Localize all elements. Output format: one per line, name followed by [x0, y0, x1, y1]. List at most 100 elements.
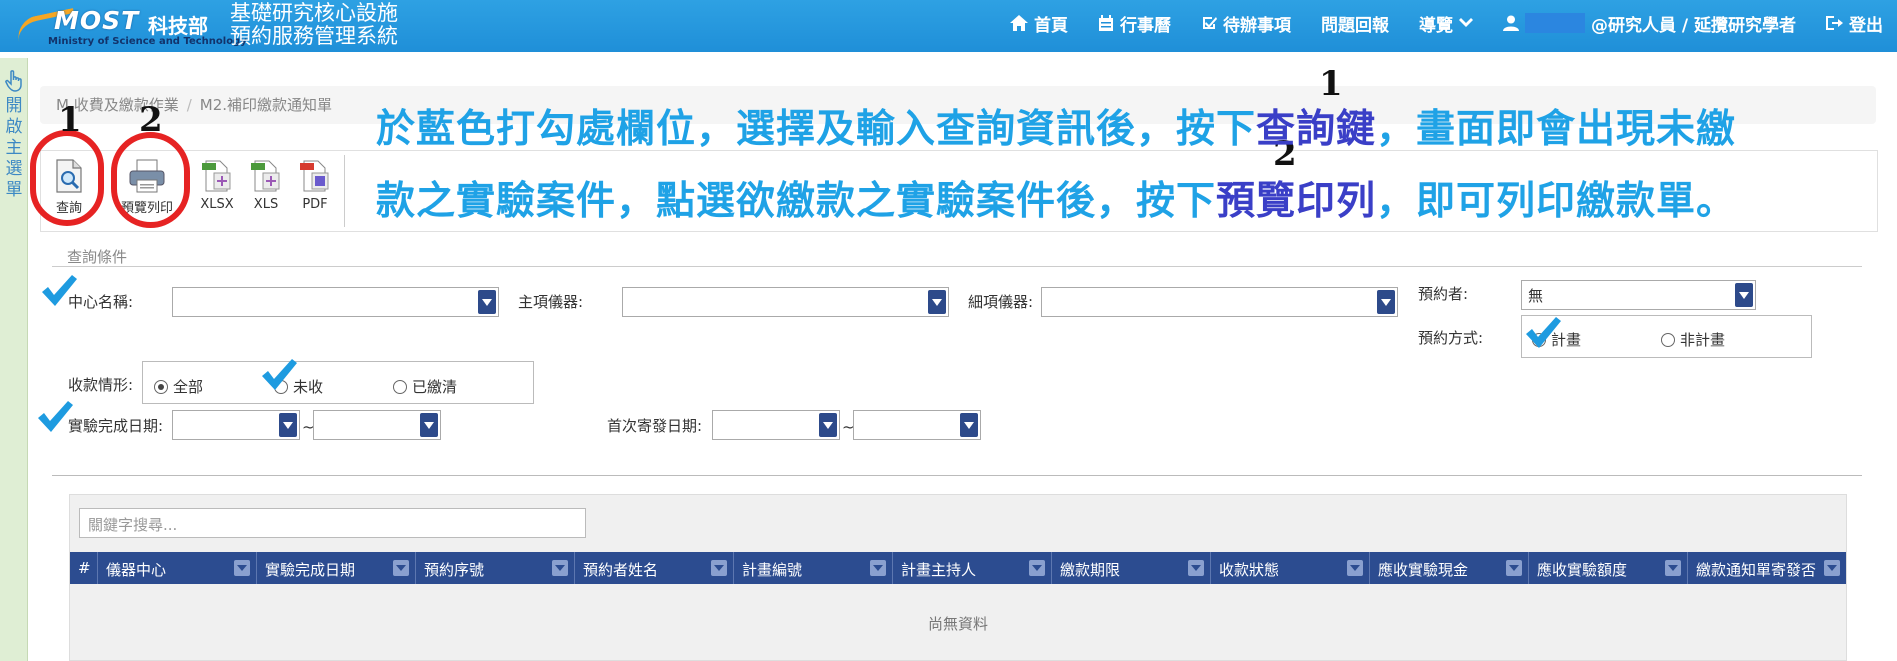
checkmark-annotation-icon [38, 401, 73, 432]
main-instrument-label: 主項儀器: [518, 293, 584, 311]
grid-col-payment-deadline[interactable]: 繳款期限 [1052, 552, 1211, 584]
main-instrument-select[interactable] [622, 287, 949, 317]
chevron-down-icon [819, 413, 837, 437]
instruction-line-1: 於藍色打勾處欄位，選擇及輸入查詢資訊後，按下查詢鍵，畫面即會出現未繳 [376, 98, 1736, 154]
chevron-down-icon [279, 413, 297, 437]
completion-date-from[interactable] [172, 410, 300, 440]
grid-col-project-no[interactable]: 計畫編號 [734, 552, 893, 584]
grid-col-completion-date[interactable]: 實驗完成日期 [257, 552, 416, 584]
nav-home[interactable]: 首頁 [1009, 11, 1068, 36]
system-title: 基礎研究核心設施 預約服務管理系統 [230, 2, 398, 48]
calendar-icon [1098, 15, 1113, 31]
logo-most-text: MOST [54, 6, 140, 35]
checkmark-annotation-icon [42, 275, 77, 306]
instruction-highlight-query: 查詢鍵 [1256, 107, 1377, 152]
grid-col-quota-due[interactable]: 應收實驗額度 [1529, 552, 1688, 584]
center-name-select[interactable] [172, 287, 499, 317]
toolbar-divider [344, 155, 345, 227]
keyword-search-input[interactable]: 關鍵字搜尋... [79, 508, 586, 538]
checkmark-annotation-icon [1526, 317, 1561, 348]
radio-icon [1661, 332, 1675, 347]
column-menu-icon[interactable] [711, 560, 727, 576]
column-menu-icon[interactable] [1824, 560, 1840, 576]
booking-method-nonproject[interactable]: 非計畫 [1661, 329, 1725, 350]
grid-col-label: 繳款通知單寄發否 [1696, 561, 1817, 579]
instruction-highlight-preview: 預覽印列 [1216, 179, 1377, 224]
grid-col-payment-status[interactable]: 收款狀態 [1211, 552, 1370, 584]
first-send-date-label: 首次寄發日期: [607, 417, 703, 435]
section-divider [52, 475, 1862, 476]
column-menu-icon[interactable] [870, 560, 886, 576]
pdf-file-icon [300, 160, 329, 192]
column-menu-icon[interactable] [1188, 560, 1204, 576]
export-xls-button[interactable]: XLS [241, 159, 291, 212]
payment-status-paid[interactable]: 已繳清 [393, 376, 457, 397]
side-menu-label: 開啟主選單 [5, 96, 23, 200]
sub-instrument-select[interactable] [1041, 287, 1398, 317]
xlsx-file-icon [202, 160, 231, 192]
nav-calendar[interactable]: 行事曆 [1098, 11, 1171, 36]
grid-col-cash-due[interactable]: 應收實驗現金 [1370, 552, 1529, 584]
completion-date-to[interactable] [313, 410, 441, 440]
grid-col-notice-sent[interactable]: 繳款通知單寄發否 [1688, 552, 1846, 584]
top-navbar: MOST 科技部 Ministry of Science and Technol… [0, 0, 1897, 52]
checkmark-annotation-icon [262, 359, 297, 390]
payment-status-group: 全部 未收 已繳清 [142, 361, 534, 404]
grid-col-project-pi[interactable]: 計畫主持人 [893, 552, 1052, 584]
export-xlsx-button[interactable]: XLSX [192, 159, 242, 212]
grid-col-label: 應收實驗額度 [1537, 561, 1628, 579]
booking-method-nonproject-label: 非計畫 [1680, 331, 1726, 349]
nav-todo[interactable]: 待辦事項 [1201, 11, 1291, 36]
side-menu-toggle[interactable]: 開啟主選單 [0, 58, 28, 661]
radio-icon [393, 379, 407, 394]
user-name-masked [1524, 13, 1585, 33]
nav-calendar-label: 行事曆 [1119, 15, 1171, 36]
nav-user[interactable]: @研究人員 / 延攬研究學者 [1502, 11, 1796, 36]
most-logo[interactable]: MOST 科技部 Ministry of Science and Technol… [14, 0, 247, 52]
column-menu-icon[interactable] [1665, 560, 1681, 576]
grid-col-label: 儀器中心 [106, 561, 167, 579]
nav-menu: 首頁 行事曆 待辦事項 問題回報 導覽 @研究人員 / 延攬研究學者 登出 [1009, 0, 1883, 46]
chevron-down-icon [420, 413, 438, 437]
first-send-date-to[interactable] [853, 410, 981, 440]
grid-col-label: 預約者姓名 [583, 561, 659, 579]
nav-logout[interactable]: 登出 [1826, 11, 1883, 36]
column-menu-icon[interactable] [1029, 560, 1045, 576]
chevron-down-icon [1735, 283, 1753, 307]
column-menu-icon[interactable] [552, 560, 568, 576]
payment-status-all[interactable]: 全部 [154, 376, 203, 397]
completion-date-label: 實驗完成日期: [68, 417, 164, 435]
booker-select[interactable]: 無 [1521, 280, 1756, 310]
sub-instrument-label: 細項儀器: [968, 293, 1034, 311]
chevron-down-icon [478, 290, 496, 314]
grid-col-label: 計畫主持人 [901, 561, 977, 579]
nav-report-label: 問題回報 [1320, 15, 1389, 36]
query-section-divider [52, 266, 1862, 267]
nav-guide[interactable]: 導覽 [1419, 11, 1473, 36]
chevron-down-icon [1377, 290, 1395, 314]
xlsx-label: XLSX [200, 197, 234, 212]
grid-col-label: 實驗完成日期 [265, 561, 356, 579]
grid-header-row: # 儀器中心 實驗完成日期 預約序號 預約者姓名 計畫編號 計畫主持人 繳款期限… [70, 552, 1846, 584]
logo-cn-text: 科技部 [148, 14, 208, 38]
column-menu-icon[interactable] [393, 560, 409, 576]
first-send-date-from[interactable] [712, 410, 840, 440]
export-pdf-button[interactable]: PDF [290, 159, 340, 212]
nav-user-role: @研究人員 / 延攬研究學者 [1590, 15, 1796, 36]
chevron-down-icon [960, 413, 978, 437]
grid-col-label: # [78, 559, 91, 577]
breadcrumb-level2: M2.補印繳款通知單 [199, 96, 333, 114]
column-menu-icon[interactable] [1347, 560, 1363, 576]
column-menu-icon[interactable] [234, 560, 250, 576]
grid-col-booking-no[interactable]: 預約序號 [416, 552, 575, 584]
column-menu-icon[interactable] [1506, 560, 1522, 576]
grid-col-center[interactable]: 儀器中心 [98, 552, 257, 584]
user-icon [1502, 15, 1519, 31]
grid-col-booker-name[interactable]: 預約者姓名 [575, 552, 734, 584]
annotation-circle-1 [30, 130, 104, 226]
grid-col-label: 繳款期限 [1060, 561, 1121, 579]
payment-status-label: 收款情形: [68, 376, 134, 394]
results-grid: 關鍵字搜尋... # 儀器中心 實驗完成日期 預約序號 預約者姓名 計畫編號 計… [69, 494, 1847, 661]
nav-report[interactable]: 問題回報 [1321, 11, 1389, 36]
nav-home-label: 首頁 [1033, 15, 1068, 36]
